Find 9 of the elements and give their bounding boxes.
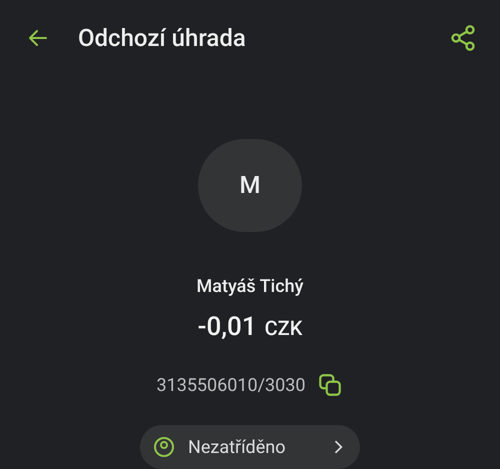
page-title: Odchozí úhrada [78, 23, 246, 54]
category-chip[interactable]: Nezatříděno [140, 425, 360, 469]
counterparty-name: Matyáš Tichý [196, 275, 304, 299]
avatar: M [198, 138, 302, 232]
share-icon [449, 24, 477, 52]
copy-icon [316, 372, 343, 398]
account-number: 3135506010/3030 [156, 374, 306, 398]
currency: CZK [264, 315, 302, 342]
amount: -0,01 [198, 311, 257, 344]
